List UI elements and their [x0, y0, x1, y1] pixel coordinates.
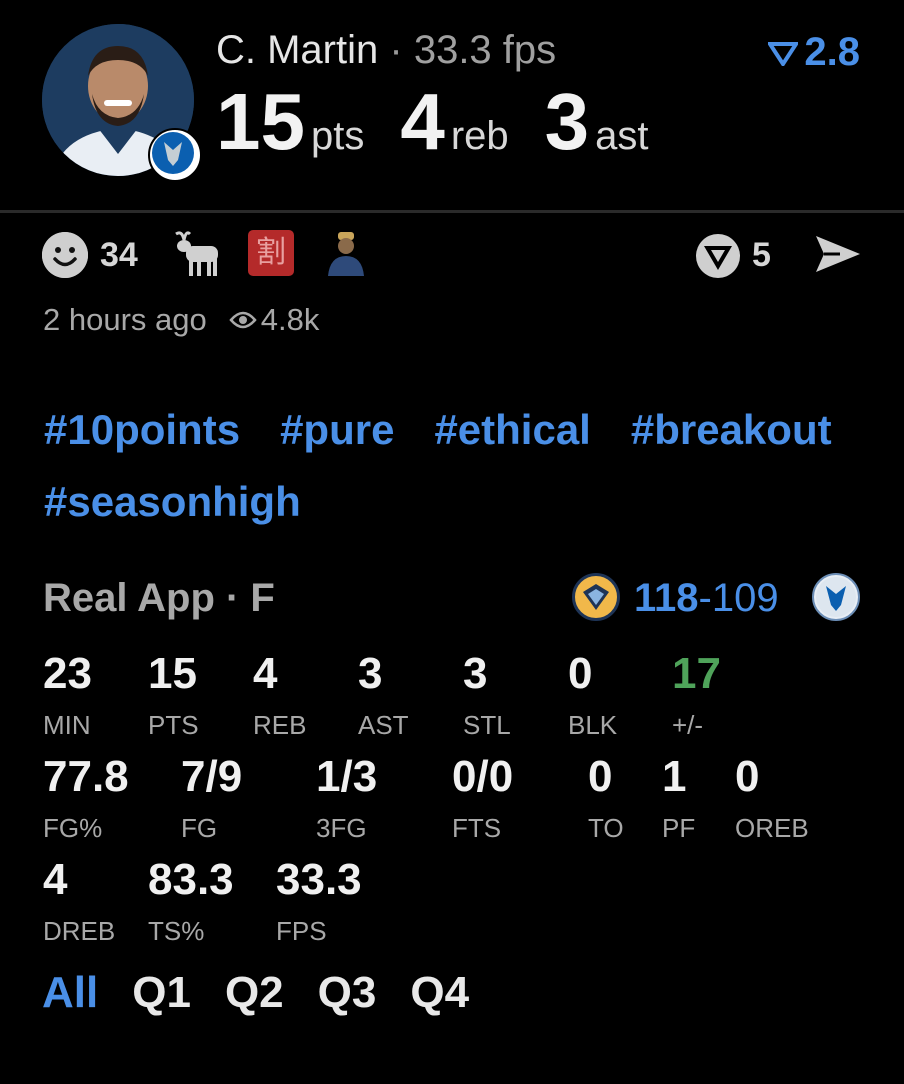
stat-oreb: 0 OREB: [735, 755, 809, 844]
stat-label: FPS: [276, 916, 327, 946]
nuggets-logo: [572, 573, 620, 621]
quarter-tabs: All Q1 Q2 Q3 Q4: [42, 968, 469, 1018]
tab-q3[interactable]: Q3: [318, 968, 377, 1018]
mavericks-logo: [148, 128, 202, 182]
stat-value: 4: [253, 649, 278, 698]
stat-label: TO: [588, 813, 624, 843]
stat-stl: 3 STL: [463, 652, 511, 741]
stat-value: 4: [43, 855, 68, 904]
stat-3fg: 1/3 3FG: [316, 755, 377, 844]
tab-q2[interactable]: Q2: [225, 968, 284, 1018]
rating-value: 2.8: [804, 30, 860, 74]
player-name[interactable]: C. Martin: [216, 28, 378, 72]
views-count: 4.8k: [260, 302, 320, 337]
tab-q1[interactable]: Q1: [132, 968, 191, 1018]
player-mini-icon[interactable]: [324, 230, 368, 276]
tab-q4[interactable]: Q4: [410, 968, 469, 1018]
stat-label: FG: [181, 813, 218, 843]
player-name-line: C. Martin · 33.3 fps: [216, 28, 556, 73]
stat-fts: 0/0 FTS: [452, 755, 513, 844]
header-divider: [0, 210, 904, 213]
score-winner: 118: [634, 576, 699, 620]
stat-label: AST: [358, 710, 409, 740]
stat-value: 23: [43, 649, 92, 698]
stat-pts: 15 PTS: [148, 652, 199, 741]
views: 4.8k: [229, 302, 320, 338]
headline-pts-unit: pts: [310, 114, 365, 158]
stat-value: 0: [735, 752, 760, 801]
hashtag[interactable]: #seasonhigh: [44, 478, 301, 525]
send-icon[interactable]: [814, 232, 862, 281]
stat-value: 7/9: [181, 752, 243, 801]
smile-count: 34: [100, 236, 138, 274]
goat-icon[interactable]: [172, 228, 224, 283]
stat-value: 83.3: [148, 855, 234, 904]
stat-value: 1: [662, 752, 687, 801]
score-loser: 109: [711, 576, 779, 620]
stat-label: 3FG: [316, 813, 367, 843]
stat-label: FG%: [43, 813, 103, 843]
stat-label: TS%: [148, 916, 205, 946]
fps-label: 33.3 fps: [413, 28, 557, 72]
headline-pts: 15: [216, 77, 305, 166]
name-separator: ·: [389, 28, 403, 72]
headline-ast: 3: [544, 77, 590, 166]
mavericks-logo-small: [812, 573, 860, 621]
headline-ast-unit: ast: [595, 114, 649, 158]
stat-reb: 4 REB: [253, 652, 306, 741]
stat-value: 3: [463, 649, 488, 698]
time-ago: 2 hours ago: [43, 302, 207, 337]
headline-stats: 15 pts 4 reb 3 ast: [216, 82, 685, 162]
headline-reb: 4: [400, 77, 445, 166]
stat-label: DREB: [43, 916, 116, 946]
stat-to: 0 TO: [588, 755, 624, 844]
rating-badge[interactable]: 2.8: [768, 30, 860, 75]
hashtag[interactable]: #ethical: [434, 406, 590, 453]
game-score[interactable]: 118-109: [634, 576, 779, 621]
stat-label: PTS: [148, 710, 199, 740]
stat-fps: 33.3 FPS: [276, 858, 362, 947]
stat-value: 15: [148, 649, 197, 698]
stat-value: 33.3: [276, 855, 362, 904]
stat-label: +/-: [672, 710, 704, 740]
stat-value: 1/3: [316, 752, 378, 801]
score-dash: -: [698, 576, 712, 620]
stat-dreb: 4 DREB: [43, 858, 115, 947]
stat-ast: 3 AST: [358, 652, 409, 741]
headline-reb-unit: reb: [450, 114, 509, 158]
stat-label: BLK: [568, 710, 618, 740]
hashtag[interactable]: #10points: [44, 406, 240, 453]
stat-blk: 0 BLK: [568, 652, 617, 741]
stat-value: 17: [672, 649, 721, 698]
vote-icon[interactable]: [694, 232, 742, 285]
stat-value: 0: [588, 752, 613, 801]
stat-label: OREB: [735, 813, 809, 843]
post-meta: 2 hours ago 4.8k: [43, 302, 319, 338]
smile-icon[interactable]: [42, 232, 88, 278]
stat-value: 3: [358, 649, 383, 698]
stat-fg: 7/9 FG: [181, 755, 242, 844]
stat-value: 0: [568, 649, 593, 698]
stat-label: FTS: [452, 813, 502, 843]
tab-all[interactable]: All: [42, 968, 98, 1018]
stat-label: REB: [253, 710, 307, 740]
stat-value: 77.8: [43, 752, 129, 801]
stat-plus-minus: 17 +/-: [672, 652, 721, 741]
eye-icon: [229, 311, 257, 329]
stat-min: 23 MIN: [43, 652, 92, 741]
stat-label: MIN: [43, 710, 91, 740]
stamp-icon[interactable]: 割: [248, 230, 294, 276]
stat-ts-pct: 83.3 TS%: [148, 858, 234, 947]
vote-count: 5: [752, 236, 771, 274]
game-title: Real App · F: [43, 576, 275, 620]
rating-chevron-icon: [768, 41, 799, 66]
stat-label: PF: [662, 813, 696, 843]
hashtag-list: #10points #pure #ethical #breakout #seasonh…: [44, 394, 874, 538]
stat-label: STL: [463, 710, 511, 740]
stat-value: 0/0: [452, 752, 514, 801]
stat-pf: 1 PF: [662, 755, 695, 844]
hashtag[interactable]: #breakout: [631, 406, 832, 453]
hashtag[interactable]: #pure: [280, 406, 394, 453]
stat-fg-pct: 77.8 FG%: [43, 755, 129, 844]
